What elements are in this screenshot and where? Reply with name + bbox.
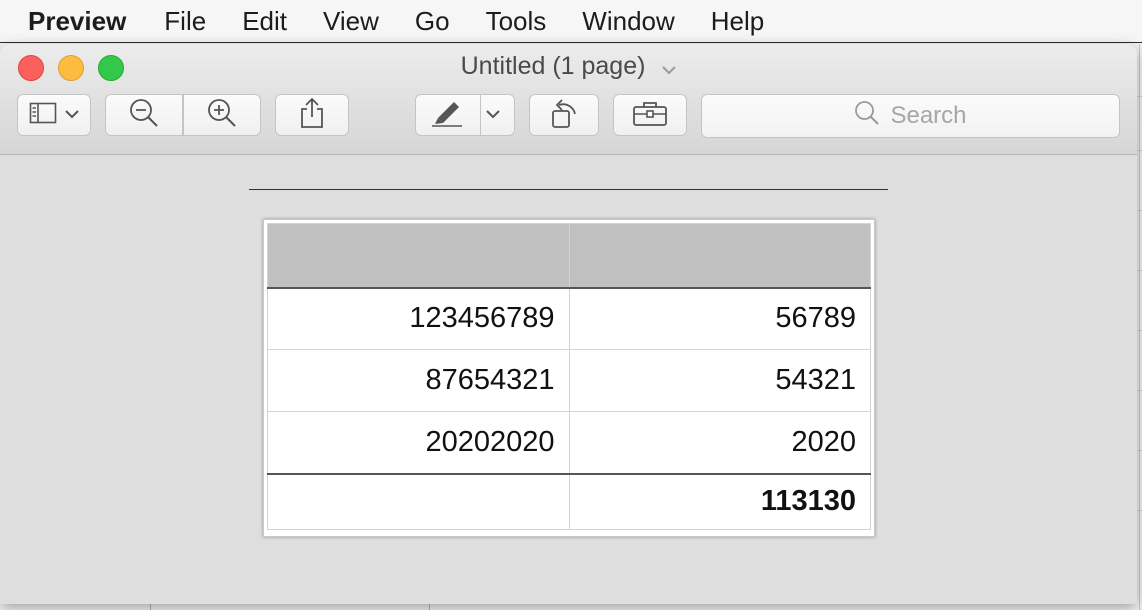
table-header-cell (267, 223, 570, 289)
search-field[interactable]: Search (701, 94, 1120, 138)
menu-help[interactable]: Help (693, 0, 782, 42)
table-row: 123456789 56789 (267, 287, 872, 350)
zoom-out-icon (128, 97, 160, 134)
spreadsheet-table-image[interactable]: 123456789 56789 87654321 54321 20202020 … (263, 219, 875, 537)
menu-app-preview[interactable]: Preview (0, 0, 146, 42)
table-total-row: 113130 (267, 473, 872, 530)
menu-tools[interactable]: Tools (468, 0, 565, 42)
zoom-out-button[interactable] (105, 94, 183, 136)
table-row: 20202020 2020 (267, 411, 872, 475)
document-view[interactable]: 123456789 56789 87654321 54321 20202020 … (0, 155, 1137, 604)
window-title-area[interactable]: Untitled (1 page) (0, 52, 1137, 82)
rotate-icon (548, 96, 580, 135)
table-cell: 2020 (568, 411, 872, 475)
table-cell: 56789 (568, 287, 872, 350)
menu-file[interactable]: File (146, 0, 224, 42)
zoom-in-icon (206, 97, 238, 134)
menu-go[interactable]: Go (397, 0, 468, 42)
markup-toolbar-button[interactable] (415, 94, 515, 136)
sidebar-icon (29, 101, 59, 130)
table-cell: 87654321 (267, 349, 570, 412)
title-bar: Untitled (1 page) Search (0, 44, 1137, 155)
menu-edit[interactable]: Edit (224, 0, 305, 42)
chevron-down-icon (65, 106, 79, 124)
toolbox-icon (632, 99, 668, 132)
number-table: 123456789 56789 87654321 54321 20202020 … (267, 223, 872, 530)
menu-bar: Preview File Edit View Go Tools Window H… (0, 0, 1142, 43)
search-placeholder: Search (890, 102, 967, 129)
toolbox-button[interactable] (613, 94, 687, 136)
table-row: 87654321 54321 (267, 349, 872, 412)
preview-window: Untitled (1 page) Search 123456789 56789… (0, 44, 1137, 604)
sidebar-view-button[interactable] (17, 94, 91, 136)
table-cell: 54321 (568, 349, 872, 412)
share-icon (299, 97, 325, 134)
table-header-row (267, 223, 872, 289)
search-icon (854, 100, 890, 133)
table-header-cell (568, 223, 872, 289)
table-cell: 123456789 (267, 287, 570, 350)
window-title: Untitled (1 page) (460, 52, 646, 80)
toolbar-divider (480, 94, 481, 136)
table-total-cell (267, 473, 570, 530)
zoom-in-button[interactable] (183, 94, 261, 136)
rotate-button[interactable] (529, 94, 599, 136)
table-total-cell: 113130 (568, 473, 872, 530)
share-button[interactable] (275, 94, 349, 136)
page-separator-line (249, 189, 888, 190)
background-window-edge (1139, 44, 1140, 610)
menu-view[interactable]: View (305, 0, 397, 42)
chevron-down-icon[interactable] (662, 53, 677, 82)
markup-icon (430, 98, 464, 133)
menu-window[interactable]: Window (564, 0, 692, 42)
chevron-down-icon[interactable] (486, 106, 500, 124)
table-cell: 20202020 (267, 411, 570, 475)
